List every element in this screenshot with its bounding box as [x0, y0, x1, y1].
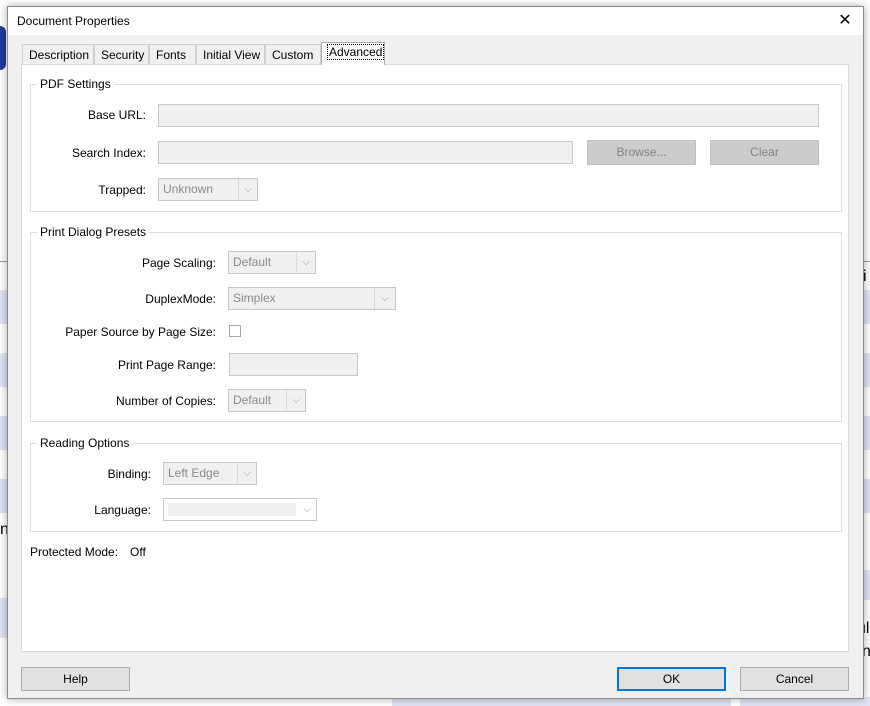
chevron-down-icon: ⌵	[237, 463, 256, 484]
duplex-mode-label: DuplexMode:	[145, 292, 216, 306]
tab-label: Description	[29, 48, 90, 62]
background-row	[863, 416, 870, 450]
paper-source-label: Paper Source by Page Size:	[65, 325, 216, 339]
chevron-down-icon: ⌵	[374, 288, 395, 309]
number-of-copies-label: Number of Copies:	[115, 394, 216, 408]
print-page-range-field[interactable]	[229, 353, 358, 376]
search-index-field[interactable]	[158, 141, 573, 164]
tab-fonts[interactable]: Fonts	[149, 44, 196, 64]
binding-label: Binding:	[107, 467, 151, 481]
tab-label: Advanced	[326, 44, 385, 60]
ok-button[interactable]: OK	[617, 667, 726, 691]
number-of-copies-value: Default	[233, 393, 272, 407]
tab-label: Initial View	[203, 48, 261, 62]
group-title: Print Dialog Presets	[37, 225, 150, 239]
background-row	[0, 353, 7, 387]
chevron-down-icon: ⌵	[296, 252, 315, 273]
base-url-field[interactable]	[158, 104, 819, 127]
background-logo-fragment	[0, 26, 6, 70]
background-row	[0, 290, 7, 324]
background-row	[0, 598, 7, 638]
chevron-down-icon: ⌵	[286, 390, 305, 411]
paper-source-checkbox[interactable]	[229, 325, 241, 337]
tab-security[interactable]: Security	[94, 44, 149, 64]
reading-options-group: Reading Options Binding: Left Edge ⌵ Lan…	[30, 436, 842, 532]
pdf-settings-group: PDF Settings Base URL: Search Index: Bro…	[30, 77, 842, 212]
document-properties-dialog: Document Properties ✕ Description Securi…	[7, 6, 864, 699]
page-scaling-dropdown[interactable]: Default ⌵	[228, 251, 316, 274]
language-label: Language:	[94, 503, 151, 517]
protected-mode-label: Protected Mode:	[30, 545, 119, 559]
trapped-dropdown[interactable]: Unknown ⌵	[158, 178, 258, 201]
tab-label: Custom	[272, 48, 314, 62]
trapped-label: Trapped:	[98, 183, 146, 197]
tab-label: Fonts	[156, 48, 187, 62]
tab-label: Security	[101, 48, 145, 62]
group-title: Reading Options	[37, 436, 133, 450]
background-row	[863, 353, 870, 387]
advanced-panel: PDF Settings Base URL: Search Index: Bro…	[21, 64, 849, 652]
print-page-range-label: Print Page Range:	[117, 358, 216, 372]
page-scaling-label: Page Scaling:	[141, 256, 216, 270]
language-dropdown[interactable]: ⌵	[163, 498, 317, 521]
close-button[interactable]: ✕	[833, 11, 857, 31]
duplex-mode-dropdown[interactable]: Simplex ⌵	[228, 287, 396, 310]
close-icon: ✕	[838, 12, 852, 29]
search-index-label: Search Index:	[71, 146, 146, 160]
protected-mode-value: Off	[130, 545, 146, 559]
browse-button[interactable]: Browse...	[587, 140, 696, 165]
tab-advanced[interactable]: Advanced	[321, 42, 385, 65]
clear-button[interactable]: Clear	[710, 140, 819, 165]
tab-custom[interactable]: Custom	[265, 44, 321, 64]
background-row	[0, 479, 7, 513]
language-value	[168, 503, 296, 516]
chevron-down-icon: ⌵	[303, 504, 311, 515]
base-url-label: Base URL:	[87, 108, 146, 122]
background-divider	[0, 261, 7, 262]
background-row	[863, 570, 870, 600]
help-button[interactable]: Help	[21, 667, 130, 691]
trapped-value: Unknown	[163, 182, 214, 196]
binding-value: Left Edge	[168, 466, 220, 480]
chevron-down-icon: ⌵	[238, 179, 257, 200]
duplex-mode-value: Simplex	[233, 291, 276, 305]
tab-initial-view[interactable]: Initial View	[196, 44, 265, 64]
group-title: PDF Settings	[37, 77, 114, 91]
background-row	[863, 479, 870, 513]
title-bar: Document Properties ✕	[8, 7, 863, 35]
binding-dropdown[interactable]: Left Edge ⌵	[163, 462, 257, 485]
number-of-copies-dropdown[interactable]: Default ⌵	[228, 389, 306, 412]
tab-description[interactable]: Description	[22, 44, 94, 64]
page-scaling-value: Default	[233, 255, 272, 269]
cancel-button[interactable]: Cancel	[740, 667, 849, 691]
background-row	[0, 416, 7, 450]
print-dialog-presets-group: Print Dialog Presets Page Scaling: Defau…	[30, 225, 842, 422]
background-row	[863, 290, 870, 324]
dialog-title: Document Properties	[17, 14, 130, 28]
